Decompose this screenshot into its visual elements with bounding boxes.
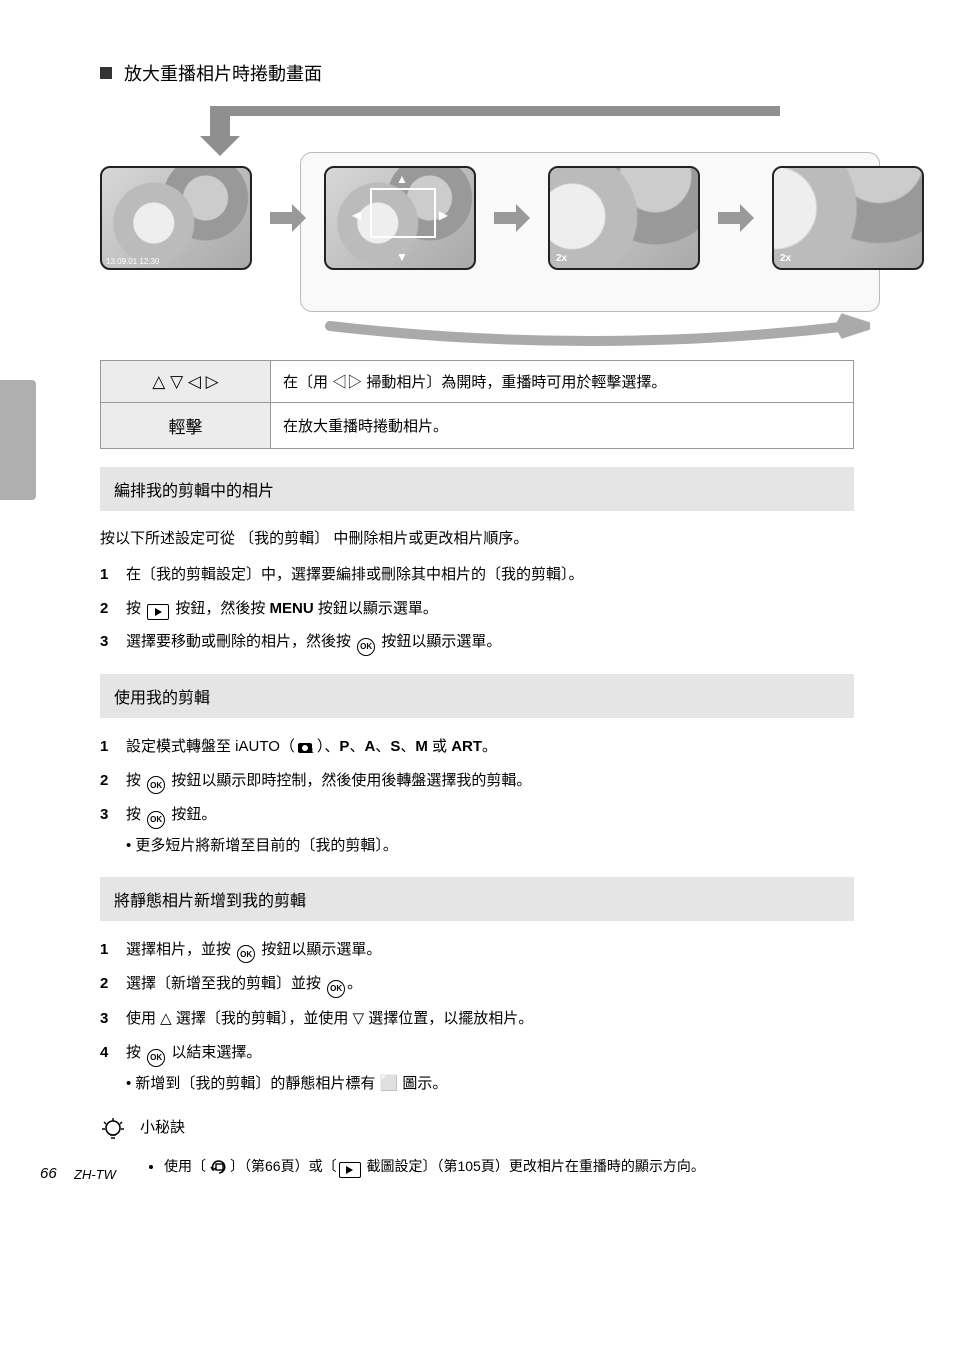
- section-banner: 將靜態相片新增到我的剪輯: [100, 877, 854, 921]
- section-banner: 編排我的剪輯中的相片: [100, 467, 854, 511]
- thumb-original: 13.09.01 12:30: [100, 166, 252, 270]
- heading-text: 放大重播相片時捲動畫面: [124, 60, 322, 86]
- playback-icon: [147, 604, 169, 620]
- thumb-zoom-frame: ▲ ▼ ◀ ▶: [324, 166, 476, 270]
- list-item: 在〔我的剪輯設定〕中，選擇要編排或刪除其中相片的〔我的剪輯〕。: [100, 562, 854, 588]
- page-lang-label: ZH-TW: [74, 1167, 116, 1182]
- list-item: 使用 △ 選擇〔我的剪輯〕，並使用 ▽ 選擇位置，以擺放相片。: [100, 1006, 854, 1032]
- rotate-icon: [209, 1159, 227, 1175]
- ok-button-icon: OK: [147, 811, 165, 829]
- step-list: 設定模式轉盤至 iAUTO（1）、P、A、S、M 或 ART。 按 OK 按鈕以…: [100, 734, 854, 859]
- loop-arrow-icon: [310, 306, 870, 346]
- tips-title: 小秘訣: [140, 1116, 185, 1137]
- tips-row: 小秘訣: [100, 1116, 854, 1147]
- table-cell-tap: 輕擊: [101, 403, 271, 449]
- ok-button-icon: OK: [237, 945, 255, 963]
- thumb-zoomed-1: 2x: [548, 166, 700, 270]
- list-item: 選擇要移動或刪除的相片，然後按 OK 按鈕以顯示選單。: [100, 629, 854, 656]
- thumb-timestamp: 13.09.01 12:30: [106, 257, 159, 266]
- list-item: 使用〔〕（第66頁）或〔 截圖設定〕（第105頁）更改相片在重播時的顯示方向。: [164, 1155, 854, 1178]
- ok-button-icon: OK: [357, 638, 375, 656]
- side-tab: [0, 380, 36, 500]
- playback-icon: [339, 1162, 361, 1178]
- page-number: 66: [40, 1165, 57, 1182]
- table-row: 輕擊 在放大重播時捲動相片。: [101, 403, 854, 449]
- return-arrow-icon: [180, 106, 800, 156]
- section-banner: 使用我的剪輯: [100, 674, 854, 718]
- ok-button-icon: OK: [327, 980, 345, 998]
- scroll-zoom-diagram: 13.09.01 12:30 ▲ ▼ ◀ ▶ 2x: [100, 106, 854, 336]
- ok-button-icon: OK: [147, 1049, 165, 1067]
- section-intro: 按以下所述設定可從 〔我的剪輯〕 中刪除相片或更改相片順序。: [100, 527, 854, 550]
- step-list: 選擇相片，並按 OK 按鈕以顯示選單。 選擇〔新增至我的剪輯〕並按 OK。 使用…: [100, 937, 854, 1096]
- arrow-right-icon: [492, 190, 532, 246]
- list-item: 設定模式轉盤至 iAUTO（1）、P、A、S、M 或 ART。: [100, 734, 854, 760]
- svg-text:1: 1: [310, 748, 314, 754]
- table-cell-arrows: △ ▽ ◁ ▷: [101, 361, 271, 403]
- thumb-zoomed-2: 2x: [772, 166, 924, 270]
- list-item: 選擇〔新增至我的剪輯〕並按 OK。: [100, 971, 854, 998]
- ok-button-icon: OK: [147, 776, 165, 794]
- bullet-square-icon: [100, 67, 112, 79]
- section-bullet-heading: 放大重播相片時捲動畫面: [100, 60, 884, 86]
- list-item: 按 OK 按鈕以顯示即時控制，然後使用後轉盤選擇我的剪輯。: [100, 768, 854, 795]
- lightbulb-icon: [100, 1116, 126, 1147]
- list-item: 選擇相片，並按 OK 按鈕以顯示選單。: [100, 937, 854, 964]
- operations-table: △ ▽ ◁ ▷ 在〔用 ◁▷ 掃動相片〕為開時，重播時可用於輕擊選擇。 輕擊 在…: [100, 360, 854, 449]
- zoom-badge: 2x: [780, 253, 791, 264]
- table-cell-desc: 在〔用 ◁▷ 掃動相片〕為開時，重播時可用於輕擊選擇。: [271, 361, 854, 403]
- list-item: 按 OK 以結束選擇。 • 新增到〔我的剪輯〕的靜態相片標有 ⬜ 圖示。: [100, 1040, 854, 1096]
- table-row: △ ▽ ◁ ▷ 在〔用 ◁▷ 掃動相片〕為開時，重播時可用於輕擊選擇。: [101, 361, 854, 403]
- step-list: 在〔我的剪輯設定〕中，選擇要編排或刪除其中相片的〔我的剪輯〕。 按 按鈕，然後按…: [100, 562, 854, 656]
- table-cell-desc: 在放大重播時捲動相片。: [271, 403, 854, 449]
- post-text: 新增到〔我的剪輯〕的靜態相片標有 ⬜ 圖示。: [135, 1075, 447, 1092]
- zoom-badge: 2x: [556, 253, 567, 264]
- arrow-right-icon: [716, 190, 756, 246]
- list-item: 按 按鈕，然後按 MENU 按鈕以顯示選單。: [100, 596, 854, 622]
- camera-mode-icon: 1: [297, 740, 315, 754]
- list-item: 按 OK 按鈕。 • 更多短片將新增至目前的〔我的剪輯〕。: [100, 802, 854, 858]
- arrow-right-icon: [268, 190, 308, 246]
- tips-list: 使用〔〕（第66頁）或〔 截圖設定〕（第105頁）更改相片在重播時的顯示方向。: [146, 1155, 854, 1178]
- substep-text: 更多短片將新增至目前的〔我的剪輯〕。: [135, 837, 398, 854]
